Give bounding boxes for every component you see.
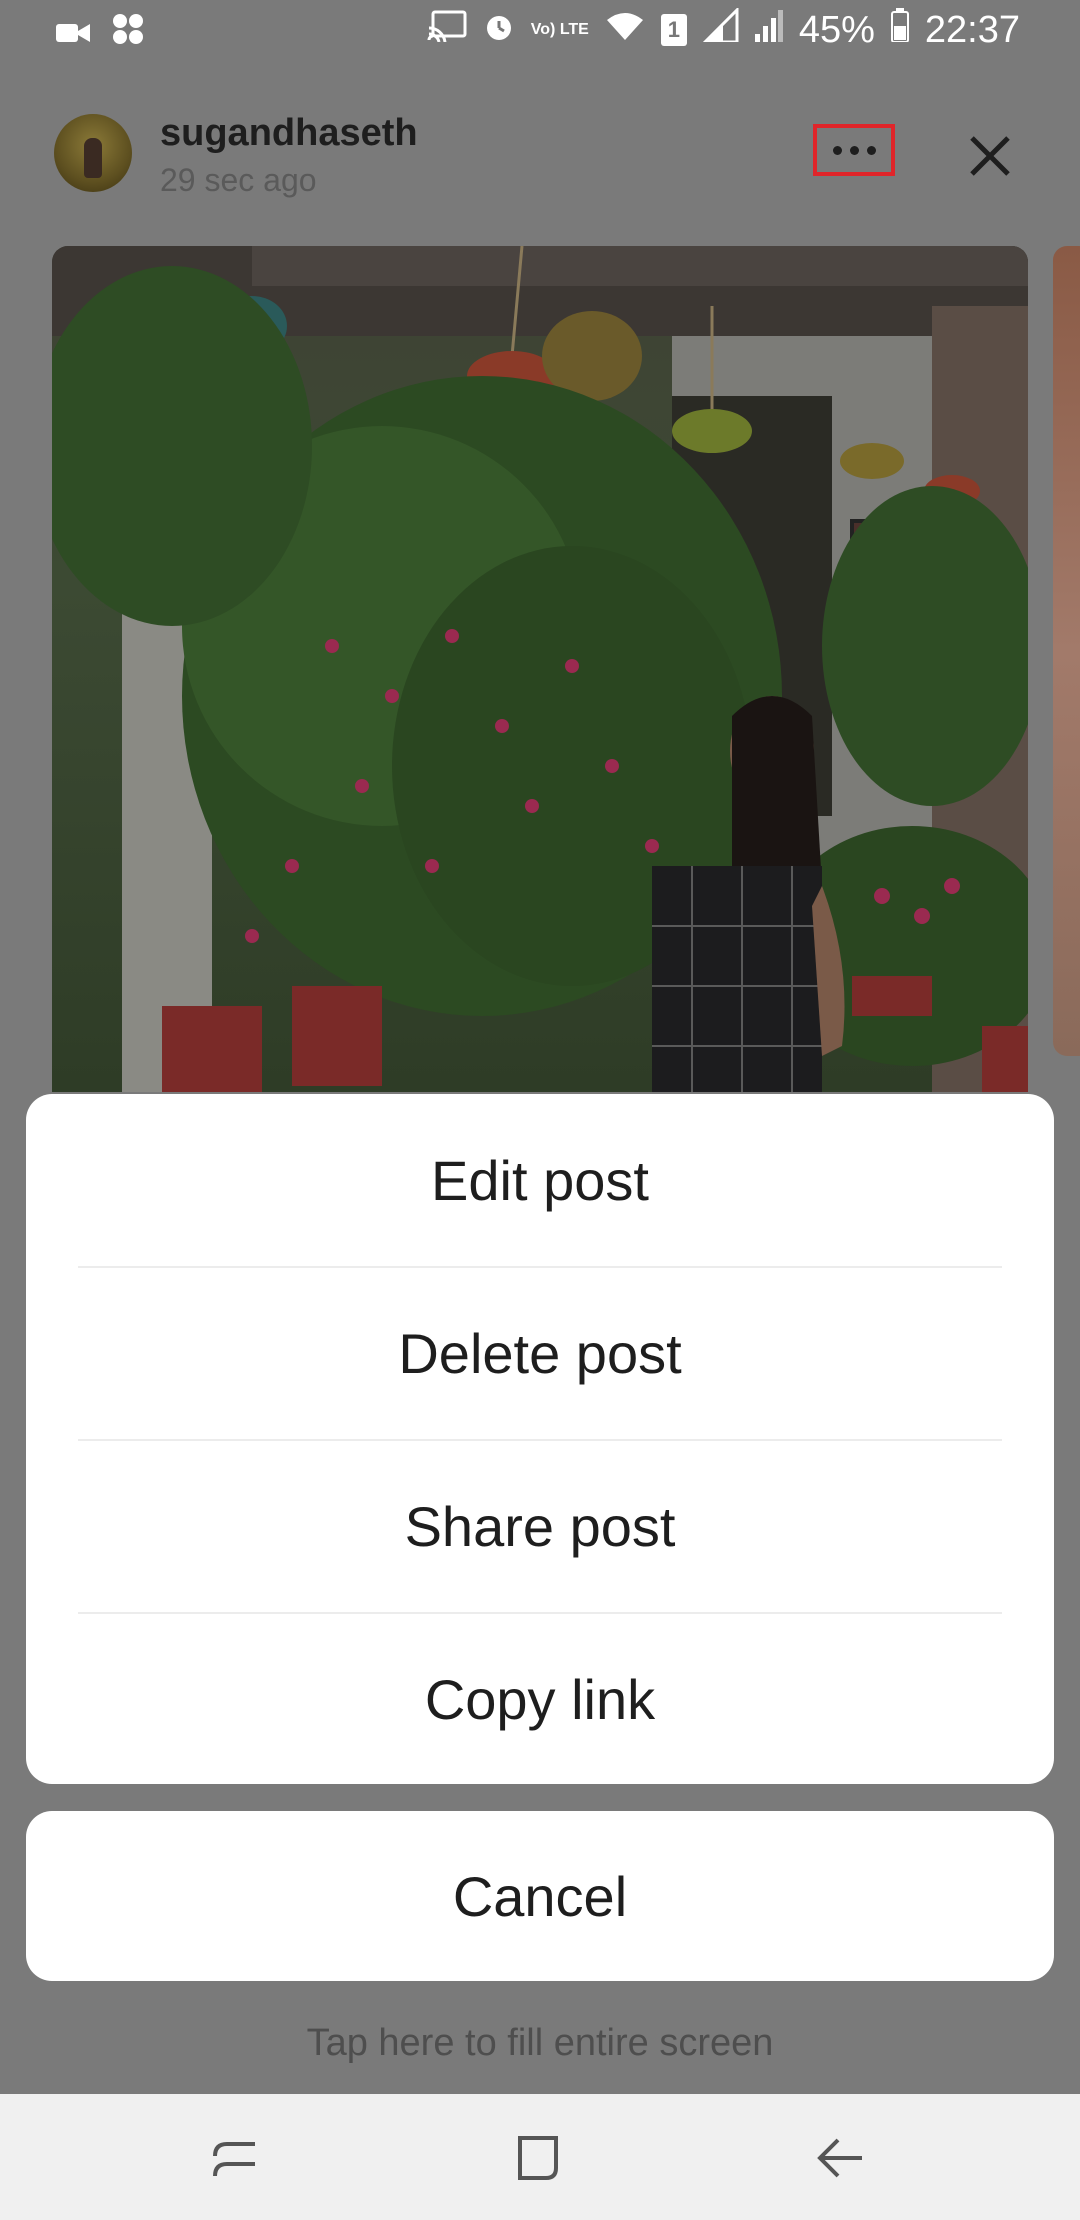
post-time: 29 sec ago bbox=[160, 162, 317, 198]
app-icon bbox=[112, 12, 144, 55]
sim1-icon: 1 bbox=[660, 14, 687, 46]
fill-screen-hint[interactable]: Tap here to fill entire screen bbox=[0, 2022, 1080, 2065]
username[interactable]: sugandhaseth bbox=[160, 112, 418, 155]
delete-post-option[interactable]: Delete post bbox=[26, 1267, 1054, 1439]
alarm-icon bbox=[483, 9, 515, 52]
post-header: sugandhaseth 29 sec ago bbox=[0, 100, 1080, 220]
navigation-bar bbox=[0, 2094, 1080, 2220]
signal-icon bbox=[701, 6, 739, 52]
clock-time: 22:37 bbox=[924, 8, 1020, 51]
home-icon bbox=[518, 2136, 558, 2180]
back-icon bbox=[817, 2138, 862, 2178]
wifi-icon bbox=[605, 9, 645, 52]
next-post-preview[interactable] bbox=[1053, 246, 1080, 1056]
more-horizontal-icon bbox=[832, 145, 876, 155]
battery-icon bbox=[890, 8, 909, 52]
close-button[interactable] bbox=[960, 126, 1020, 186]
battery-percent: 45% bbox=[798, 8, 875, 51]
post-photo-illustration bbox=[52, 246, 1028, 1092]
cast-icon bbox=[427, 9, 467, 52]
recents-icon bbox=[213, 2142, 255, 2177]
more-options-button[interactable] bbox=[813, 124, 895, 176]
share-post-option[interactable]: Share post bbox=[26, 1440, 1054, 1612]
volte-icon: Vo) LTE bbox=[530, 21, 589, 38]
recents-button[interactable] bbox=[205, 2128, 265, 2188]
status-bar: Vo) LTE 1 45% 22:37 bbox=[0, 0, 1080, 64]
cancel-button[interactable]: Cancel bbox=[26, 1811, 1054, 1981]
post-photo[interactable] bbox=[52, 246, 1028, 1092]
edit-post-option[interactable]: Edit post bbox=[26, 1094, 1054, 1266]
home-button[interactable] bbox=[510, 2128, 570, 2188]
close-icon bbox=[970, 136, 1010, 176]
copy-link-option[interactable]: Copy link bbox=[26, 1613, 1054, 1785]
signal-icon bbox=[754, 8, 783, 52]
video-call-icon bbox=[56, 12, 90, 55]
avatar[interactable] bbox=[54, 114, 132, 192]
back-button[interactable] bbox=[812, 2128, 872, 2188]
action-sheet: Edit post Delete post Share post Copy li… bbox=[26, 1094, 1054, 1784]
